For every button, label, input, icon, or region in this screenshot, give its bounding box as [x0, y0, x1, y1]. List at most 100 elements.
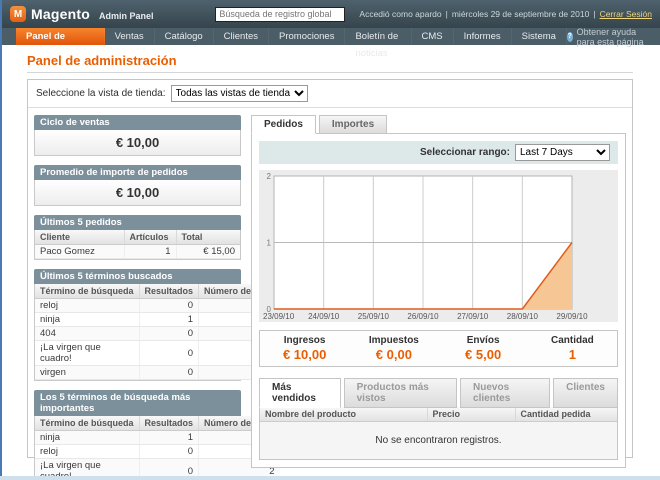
stat-label: Ingresos — [260, 335, 349, 346]
total-shipping: Envíos € 5,00 — [439, 335, 528, 362]
column-header[interactable]: Nombre del producto — [260, 407, 427, 422]
nav-item-reports[interactable]: Informes — [454, 28, 512, 45]
table-cell: 0 — [139, 366, 199, 380]
column-header[interactable]: Término de búsqueda — [35, 416, 139, 431]
table-cell: 1 — [139, 431, 199, 445]
page-content: Panel de administración Seleccione la vi… — [0, 45, 660, 458]
dashboard-sidebar: Ciclo de ventas € 10,00 Promedio de impo… — [34, 115, 241, 480]
widget-title: Los 5 términos de búsqueda más important… — [34, 390, 241, 416]
column-header[interactable]: Término de búsqueda — [35, 284, 139, 299]
table-cell: ninja — [35, 313, 139, 327]
table-row: 40401 — [35, 327, 280, 341]
magento-logo-icon: M — [10, 6, 26, 22]
widget-title: Ciclo de ventas — [34, 115, 241, 130]
page-title: Panel de administración — [27, 53, 633, 73]
separator: | — [446, 9, 448, 19]
header-user-info: Accedió como apardo | miércoles 29 de se… — [359, 9, 652, 19]
nav-item-cms[interactable]: CMS — [412, 28, 454, 45]
last-search-terms-table: Término de búsquedaResultadosNúmero de u… — [35, 284, 280, 380]
orders-chart: 01223/09/1024/09/1025/09/1026/09/1027/09… — [259, 170, 618, 322]
average-orders-value: € 10,00 — [35, 180, 240, 205]
y-axis-label: 2 — [267, 172, 272, 181]
chart-panel: Seleccionar rango: Last 7 Days 01223/09/… — [251, 133, 626, 468]
table-cell: 1 — [139, 313, 199, 327]
column-header[interactable]: Artículos — [124, 230, 176, 245]
table-cell: ¡La virgen que cuadro! — [35, 341, 139, 366]
nav-item-newsletter[interactable]: Boletín de noticias — [345, 28, 411, 45]
tab-customers[interactable]: Clientes — [553, 378, 618, 408]
table-cell: Paco Gomez — [35, 245, 124, 259]
top-search-terms-widget: Los 5 términos de búsqueda más important… — [34, 390, 241, 480]
last-search-terms-widget: Últimos 5 términos buscados Término de b… — [34, 269, 241, 381]
tab-amounts[interactable]: Importes — [319, 115, 387, 134]
table-row: reloj02 — [35, 445, 280, 459]
nav-item-system[interactable]: Sistema — [512, 28, 567, 45]
table-row: ¡La virgen que cuadro!02 — [35, 341, 280, 366]
store-view-select[interactable]: Todas las vistas de tienda — [171, 85, 308, 102]
table-row: virgen01 — [35, 366, 280, 380]
nav-item-catalog[interactable]: Catálogo — [155, 28, 214, 45]
global-search — [215, 7, 345, 22]
range-select[interactable]: Last 7 Days — [515, 144, 610, 161]
nav-item-sales[interactable]: Ventas — [105, 28, 155, 45]
column-header[interactable]: Total — [176, 230, 240, 245]
logged-in-as: Accedió como apardo — [359, 9, 441, 19]
table-cell: reloj — [35, 445, 139, 459]
table-cell: 0 — [139, 445, 199, 459]
x-axis-label: 28/09/10 — [507, 312, 539, 321]
get-help-link[interactable]: ? Obtener ayuda para esta página — [567, 28, 660, 45]
tab-new-customers[interactable]: Nuevos clientes — [460, 378, 550, 408]
x-axis-label: 23/09/10 — [263, 312, 295, 321]
store-view-bar: Seleccione la vista de tienda: Todas las… — [28, 80, 632, 108]
help-label: Obtener ayuda para esta página — [577, 27, 650, 47]
header: M Magento Admin Panel Accedió como apard… — [0, 0, 660, 28]
bestsellers-grid: Nombre del producto Precio Cantidad pedi… — [259, 407, 618, 460]
table-cell: 0 — [139, 327, 199, 341]
nav-item-promotions[interactable]: Promociones — [269, 28, 345, 45]
top-search-terms-table: Término de búsquedaResultadosNúmero de u… — [35, 416, 280, 480]
stat-label: Cantidad — [528, 335, 617, 346]
total-quantity: Cantidad 1 — [528, 335, 617, 362]
totals-bar: Ingresos € 10,00 Impuestos € 0,00 Envíos… — [259, 330, 618, 367]
nav-item-dashboard[interactable]: Panel de administración — [16, 28, 105, 45]
total-revenue: Ingresos € 10,00 — [260, 335, 349, 362]
table-row: Paco Gomez1€ 15,00 — [35, 245, 240, 259]
column-header[interactable]: Cliente — [35, 230, 124, 245]
y-axis-label: 1 — [267, 239, 272, 248]
table-row: ninja110 — [35, 313, 280, 327]
stat-value: € 10,00 — [260, 347, 349, 362]
table-cell: € 15,00 — [176, 245, 240, 259]
total-tax: Impuestos € 0,00 — [349, 335, 438, 362]
tab-orders[interactable]: Pedidos — [251, 115, 316, 134]
help-icon: ? — [567, 32, 573, 42]
current-date: miércoles 29 de septiembre de 2010 — [452, 9, 590, 19]
lifetime-sales-widget: Ciclo de ventas € 10,00 — [34, 115, 241, 156]
page-left-border — [0, 0, 2, 480]
stat-label: Impuestos — [349, 335, 438, 346]
page-bottom-border — [0, 476, 660, 480]
dashboard-container: Seleccione la vista de tienda: Todas las… — [27, 79, 633, 458]
stat-label: Envíos — [439, 335, 528, 346]
column-header[interactable]: Cantidad pedida — [515, 407, 617, 422]
tab-most-viewed[interactable]: Productos más vistos — [344, 378, 457, 408]
column-header[interactable]: Resultados — [139, 416, 199, 431]
x-axis-label: 24/09/10 — [308, 312, 340, 321]
global-search-input[interactable] — [215, 7, 345, 22]
stat-value: € 5,00 — [439, 347, 528, 362]
table-cell: virgen — [35, 366, 139, 380]
x-axis-label: 26/09/10 — [407, 312, 439, 321]
empty-records-message: No se encontraron registros. — [260, 422, 617, 460]
widget-title: Últimos 5 términos buscados — [34, 269, 241, 284]
store-view-label: Seleccione la vista de tienda: — [36, 88, 166, 99]
column-header[interactable]: Precio — [427, 407, 515, 422]
table-cell: 1 — [124, 245, 176, 259]
column-header[interactable]: Resultados — [139, 284, 199, 299]
tab-bestsellers[interactable]: Más vendidos — [259, 378, 341, 408]
logo-name: Magento — [31, 6, 90, 22]
logo-subtitle: Admin Panel — [99, 11, 154, 21]
table-row: ninja110 — [35, 431, 280, 445]
nav-item-customers[interactable]: Clientes — [214, 28, 269, 45]
magento-logo: M Magento Admin Panel — [10, 6, 153, 22]
last-orders-table: ClienteArtículosTotal Paco Gomez1€ 15,00 — [35, 230, 240, 259]
logout-link[interactable]: Cerrar Sesión — [600, 9, 652, 19]
